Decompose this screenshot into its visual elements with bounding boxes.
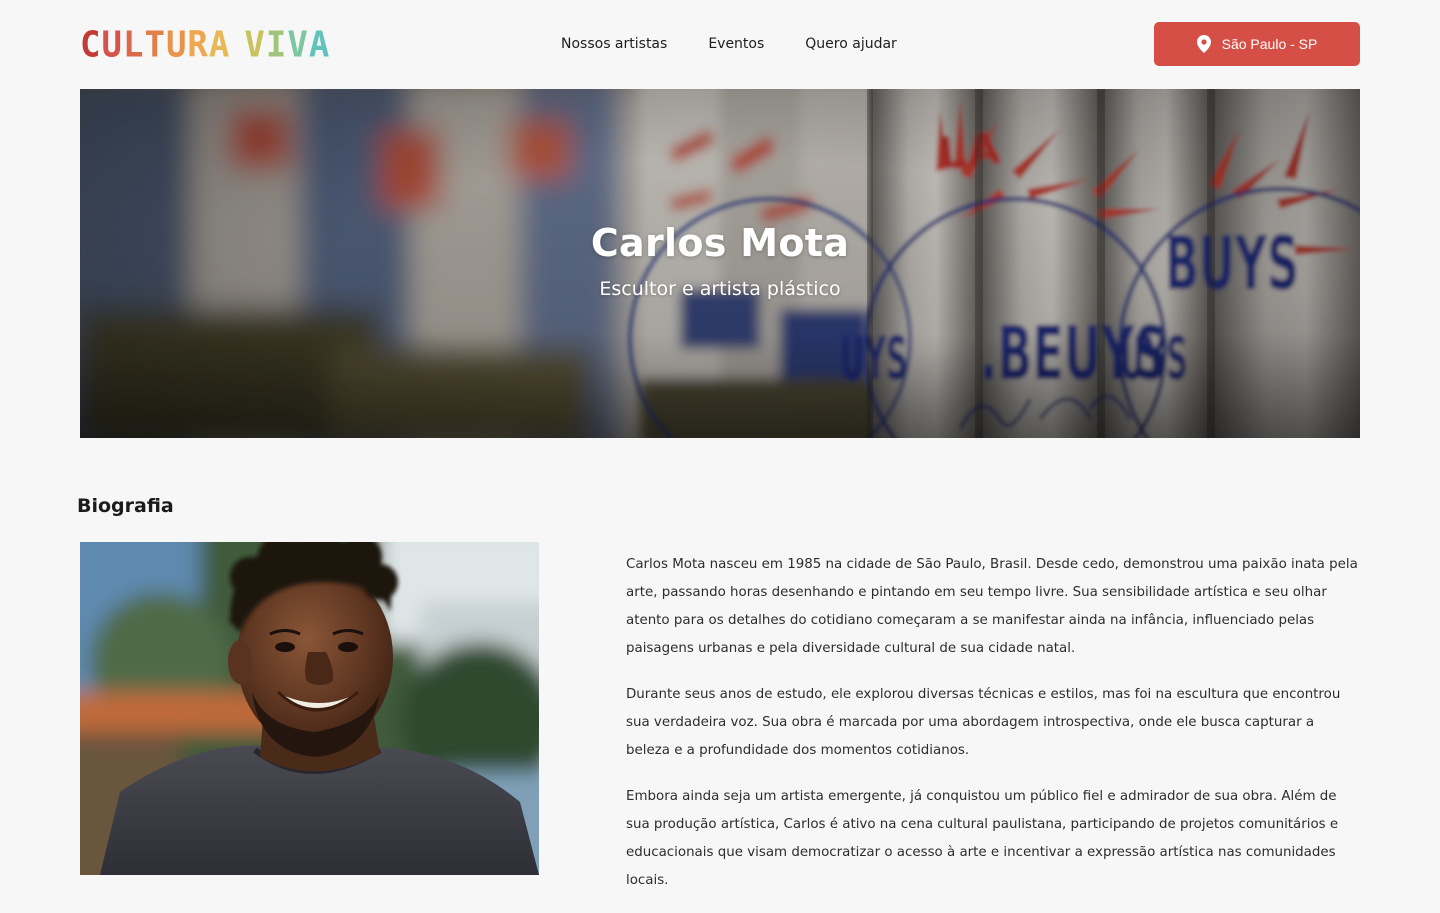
logo-letter: I [265,23,288,66]
logo-letter: A [308,23,331,66]
biography-paragraph: Embora ainda seja um artista emergente, … [626,789,1339,888]
location-label: São Paulo - SP [1221,36,1318,52]
artist-portrait-photo [80,542,539,875]
logo-letter: U [165,23,188,66]
logo-letter: V [287,23,309,66]
nav-link-quero-ajudar[interactable]: Quero ajudar [805,33,897,55]
logo-letter: U [101,23,123,66]
biography-paragraph: Carlos Mota nasceu em 1985 na cidade de … [626,557,1358,656]
logo-letter: C [80,23,102,66]
logo-letter: T [144,23,166,66]
nav-link-eventos[interactable]: Eventos [708,33,764,55]
logo-letter: V [244,23,266,66]
artist-subtitle: Escultor e artista plástico [599,278,841,300]
location-button[interactable]: São Paulo - SP [1154,22,1360,66]
biography-paragraph: Durante seus anos de estudo, ele exploro… [626,687,1341,758]
artist-name: Carlos Mota [590,221,850,265]
site-header: CULTURA VIVA Nossos artistas Eventos Quer… [0,0,1440,89]
logo-letter: A [208,23,231,66]
cultura-viva-logo[interactable]: CULTURA VIVA [80,26,330,64]
map-pin-icon [1196,35,1211,53]
biography-heading: Biografia [77,495,174,517]
biography-text: Carlos Mota nasceu em 1985 na cidade de … [626,551,1360,913]
logo-letter: R [187,23,209,66]
artist-hero-banner: LA .BEUYS BUYS UYS UYS [80,89,1360,438]
logo-letter: L [122,23,145,66]
nav-link-nossos-artistas[interactable]: Nossos artistas [561,33,667,55]
main-nav: Nossos artistas Eventos Quero ajudar [561,33,897,55]
